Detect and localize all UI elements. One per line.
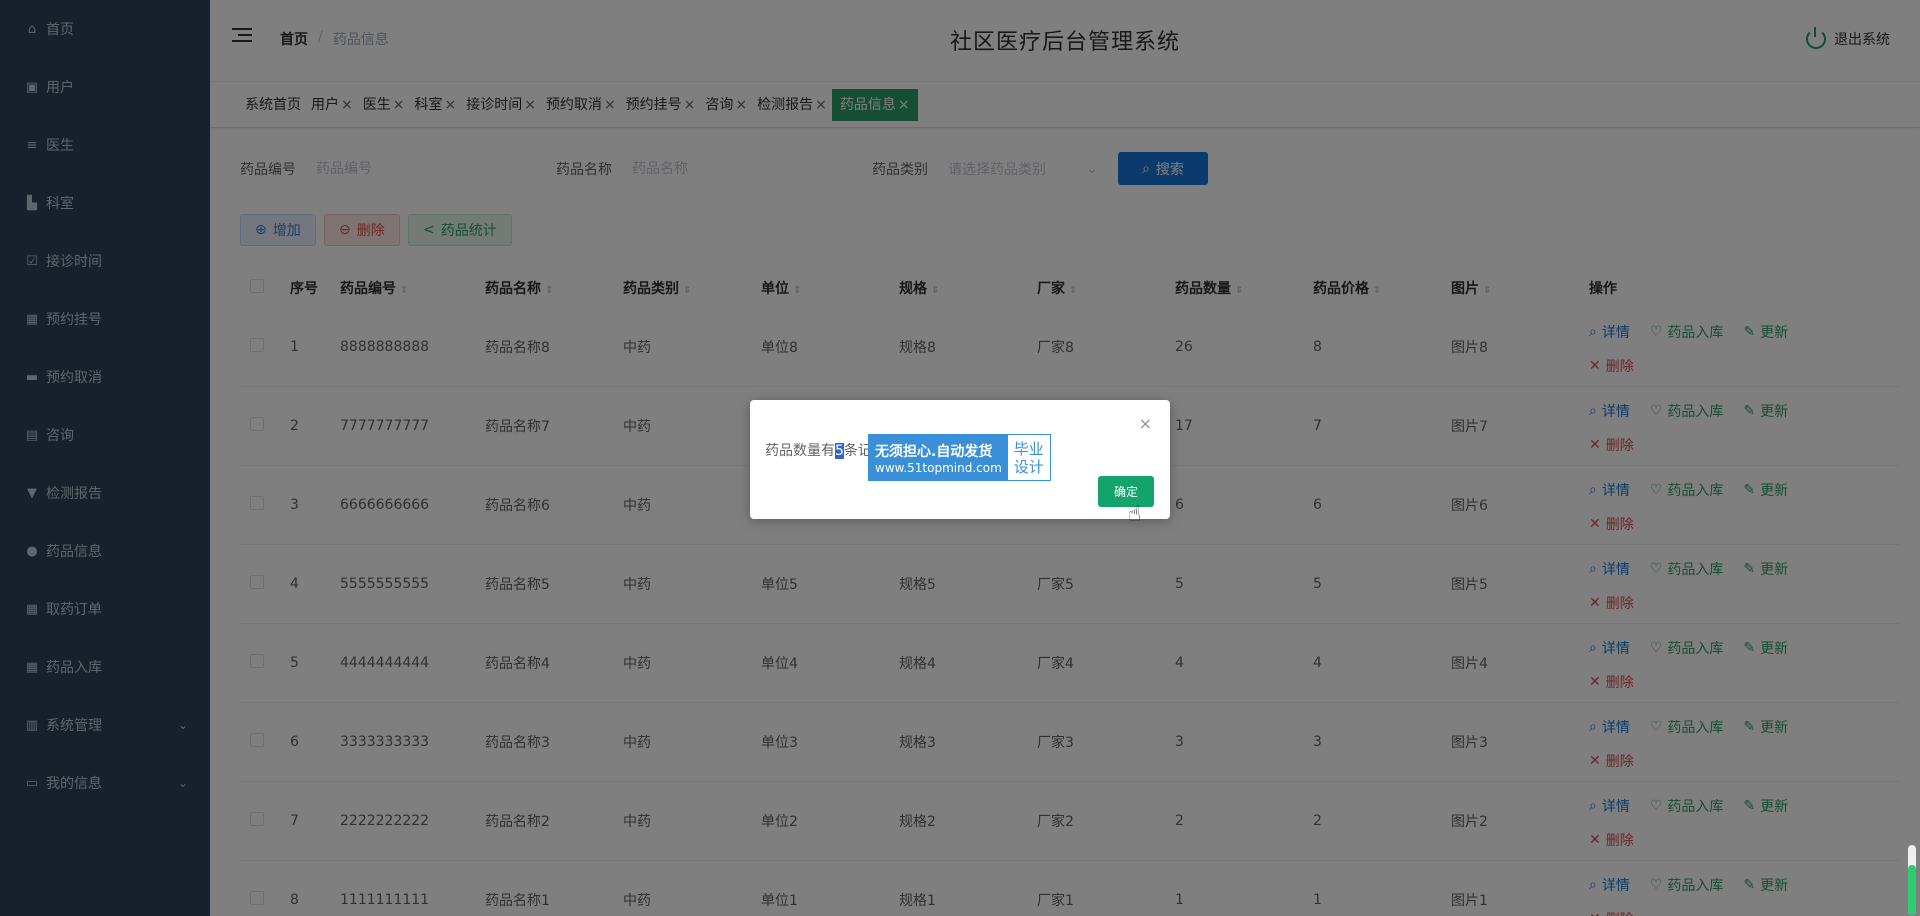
close-icon[interactable]: × <box>1139 414 1152 433</box>
watermark-right1: 毕业 <box>1013 439 1044 458</box>
watermark-logo: 无须担心.自动发货 www.51topmind.com 毕业 设计 <box>868 434 1051 481</box>
pointer-cursor-icon: ☝ <box>1128 502 1142 527</box>
dialog-message: 药品数量有5条记 <box>765 440 872 460</box>
dialog-message-prefix: 药品数量有 <box>765 443 835 459</box>
watermark-right2: 设计 <box>1013 457 1044 476</box>
watermark-left: 无须担心.自动发货 www.51topmind.com <box>869 435 1008 480</box>
dialog-message-highlight: 5 <box>835 443 844 459</box>
confirm-button[interactable]: 确定 <box>1098 476 1154 507</box>
scrollbar-thumb[interactable] <box>1908 865 1916 915</box>
watermark-line1: 无须担心.自动发货 <box>875 443 993 460</box>
watermark-right: 毕业 设计 <box>1008 435 1050 480</box>
watermark-line2: www.51topmind.com <box>875 460 1002 475</box>
scrollbar[interactable] <box>1908 845 1916 915</box>
